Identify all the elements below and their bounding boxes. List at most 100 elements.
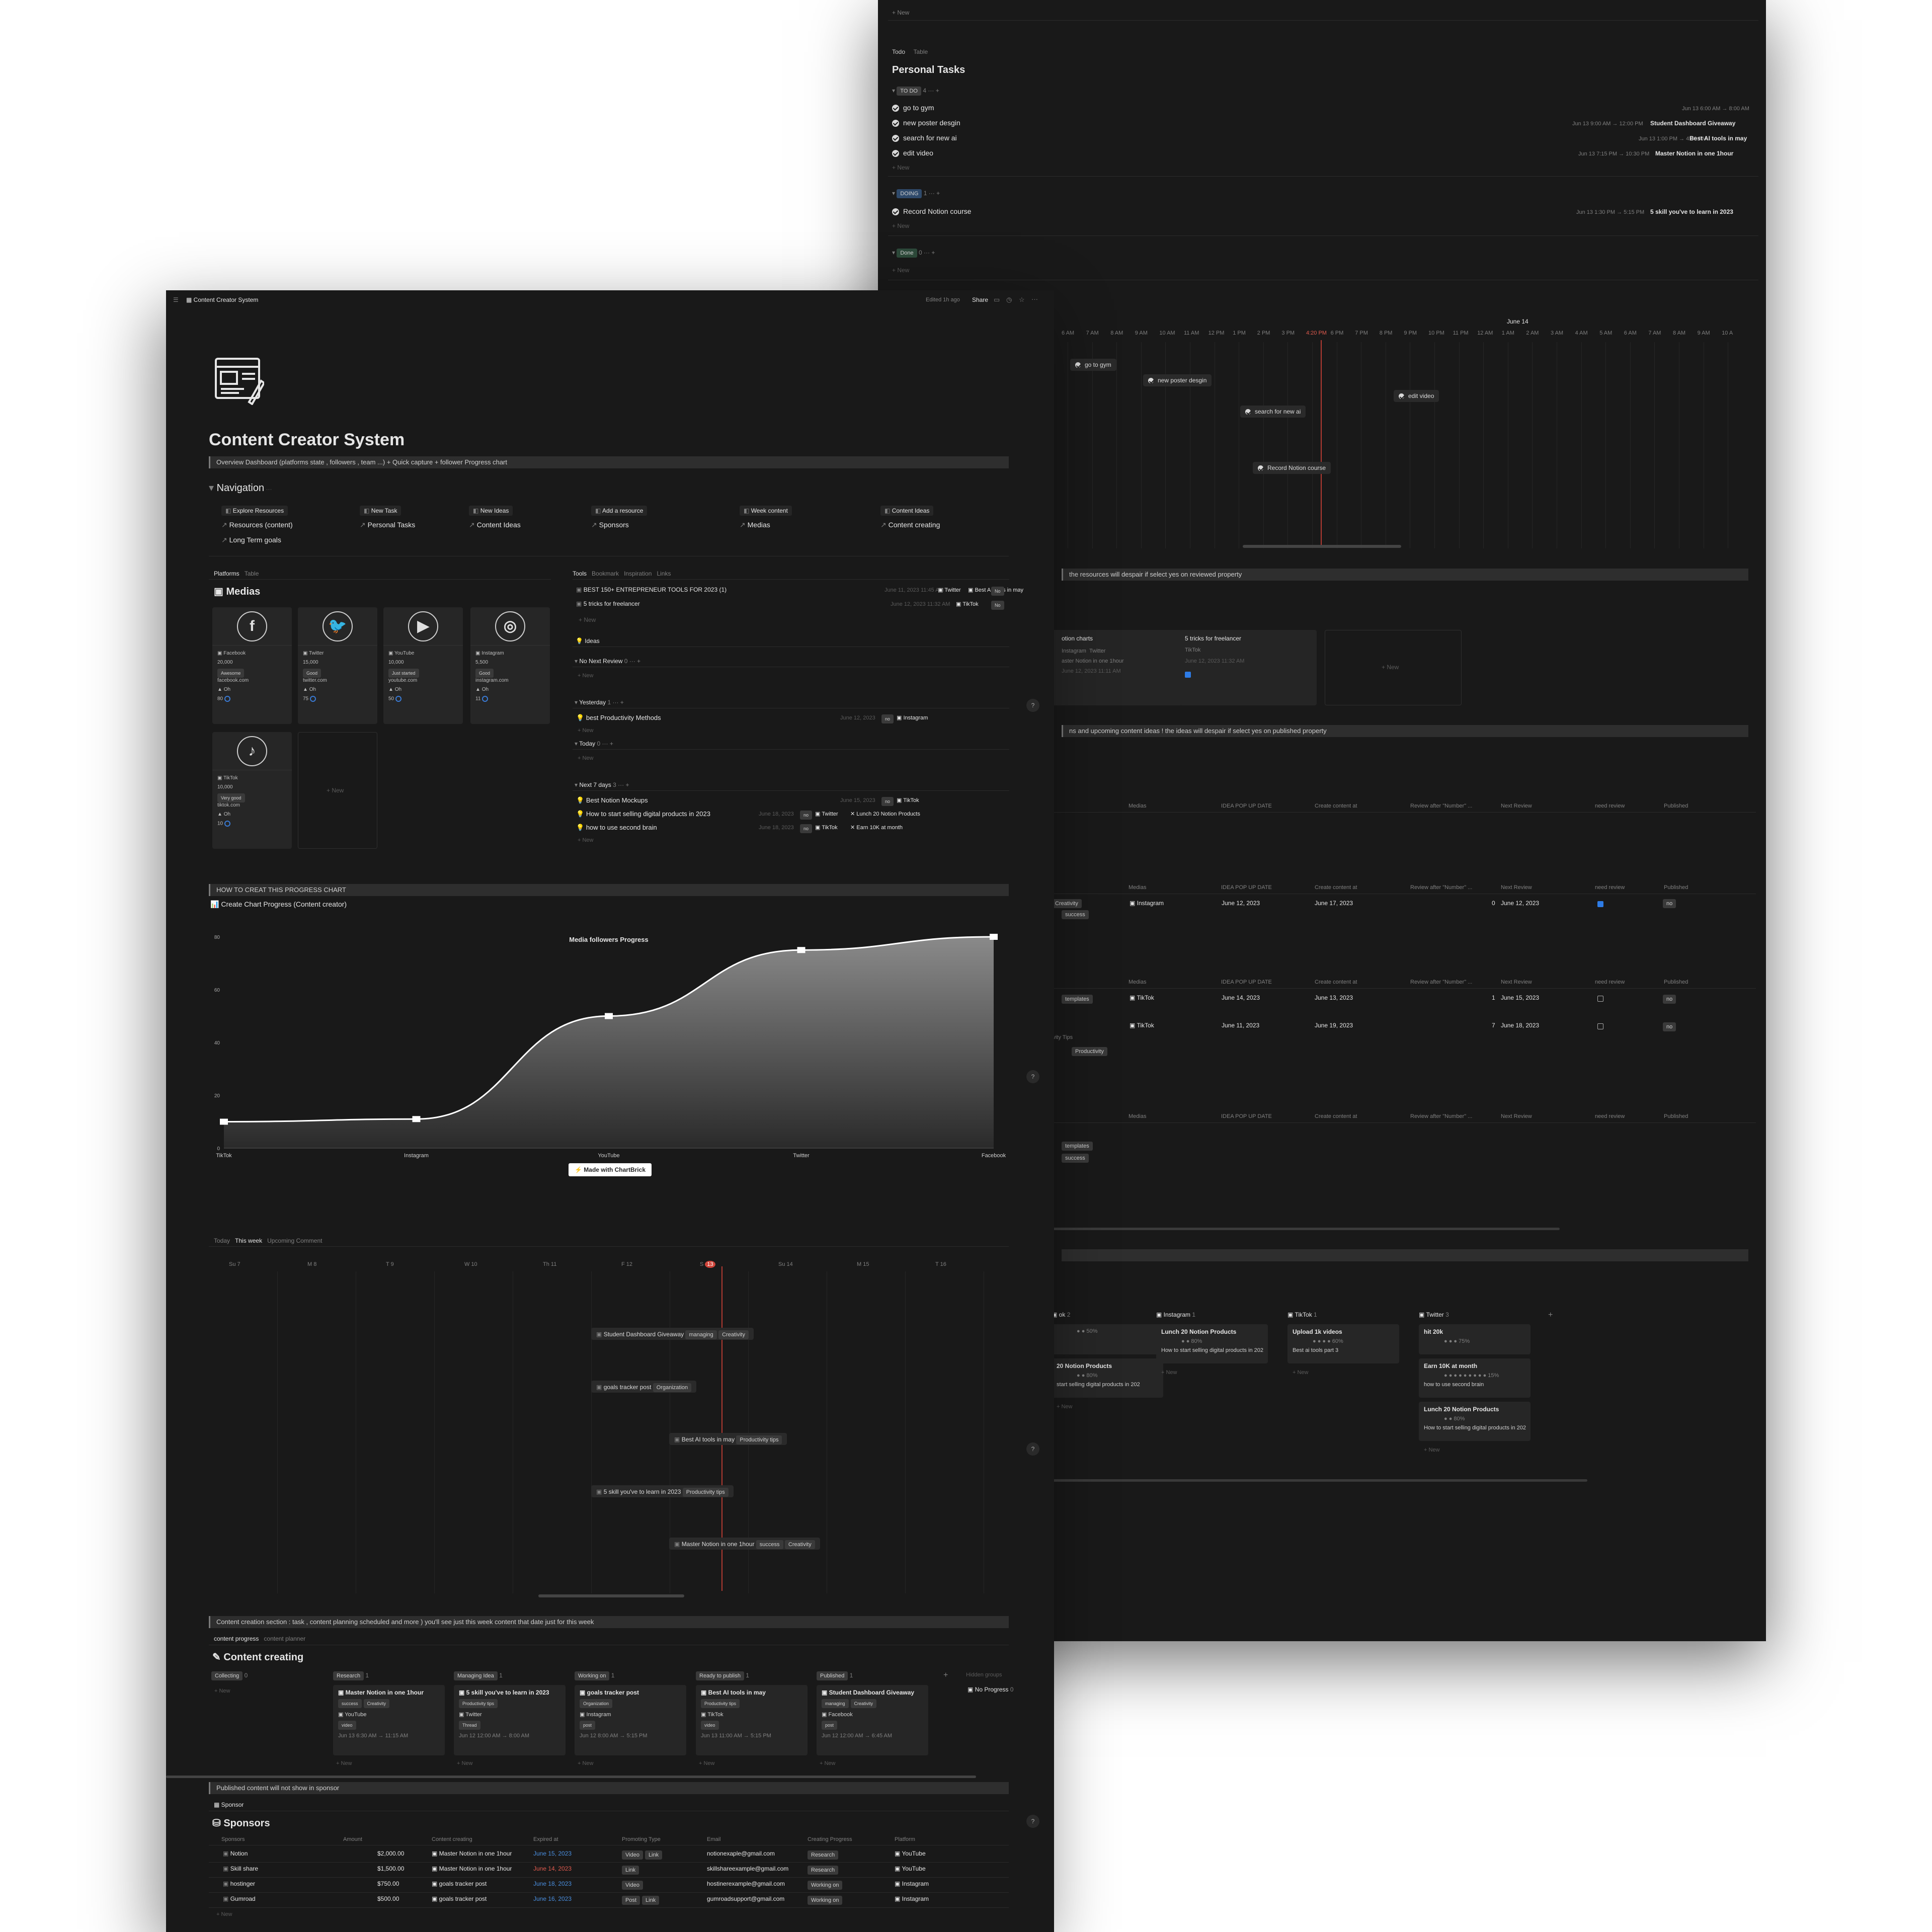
quick-button[interactable]: ◧ Add a resource bbox=[591, 506, 648, 516]
new-card-button[interactable]: + New bbox=[457, 1760, 473, 1766]
timeline-bar[interactable]: Record Notion course bbox=[1253, 462, 1331, 474]
goal-group-header[interactable]: ▣ ok 2 bbox=[1052, 1311, 1070, 1318]
sponsor-name[interactable]: ▣ Skill share bbox=[223, 1865, 258, 1872]
chart-link[interactable]: 📊 Create Chart Progress (Content creator… bbox=[210, 900, 347, 909]
column-header[interactable]: IDEA POP UP DATE bbox=[1221, 979, 1272, 985]
column-header[interactable]: Create content at bbox=[1315, 979, 1357, 985]
timeline-scrollbar[interactable] bbox=[1243, 545, 1401, 548]
need-review-checkbox[interactable] bbox=[1597, 995, 1603, 1002]
week-scrollbar[interactable] bbox=[538, 1594, 684, 1597]
goal-card[interactable]: Lunch 20 Notion Products ● ● 80% How to st… bbox=[1419, 1402, 1531, 1441]
new-goal-button[interactable]: + New bbox=[1293, 1370, 1309, 1376]
task-relation[interactable]: Master Notion in one 1hour bbox=[1655, 150, 1733, 157]
idea-item[interactable]: 💡 How to start selling digital products … bbox=[576, 810, 710, 818]
nav-link[interactable]: ↗ Medias bbox=[740, 521, 770, 529]
sponsor-column-header[interactable]: Content creating bbox=[432, 1836, 472, 1842]
task-row[interactable]: Record Notion course bbox=[892, 207, 971, 216]
column-header[interactable]: Next Review bbox=[1501, 803, 1532, 809]
board-column-header[interactable]: Research 1 bbox=[333, 1671, 369, 1680]
idea-media[interactable]: ▣ TikTok bbox=[1130, 994, 1154, 1001]
tab-today[interactable]: Today bbox=[214, 1237, 230, 1244]
sponsor-email[interactable]: notionexaple@gmail.com bbox=[707, 1850, 775, 1857]
new-card-button[interactable]: + New bbox=[214, 1688, 230, 1694]
timeline-bar[interactable]: edit video bbox=[1394, 390, 1439, 402]
nav-link[interactable]: ↗ Sponsors bbox=[591, 521, 629, 529]
new-media-card[interactable]: + New bbox=[298, 732, 377, 849]
quick-button[interactable]: ◧ Explore Resources bbox=[221, 506, 288, 516]
idea-platform[interactable]: ▣ TikTok bbox=[815, 824, 838, 831]
column-header[interactable]: Next Review bbox=[1501, 979, 1532, 985]
new-idea-button[interactable]: + New bbox=[578, 837, 594, 843]
goal-card[interactable]: Lunch 20 Notion Products ● ● 80% How to st… bbox=[1156, 1324, 1268, 1363]
new-card-button[interactable]: + New bbox=[336, 1760, 352, 1766]
column-header[interactable]: Next Review bbox=[1501, 884, 1532, 891]
goal-card[interactable]: 20 Notion Products ● ● 80% start selling d… bbox=[1052, 1358, 1163, 1398]
task-row[interactable]: edit video bbox=[892, 149, 933, 157]
sponsor-name[interactable]: ▣ Gumroad bbox=[223, 1895, 256, 1902]
column-header[interactable]: Create content at bbox=[1315, 1113, 1357, 1119]
sponsor-column-header[interactable]: Promoting Type bbox=[622, 1836, 661, 1842]
board-column-header[interactable]: Working on 1 bbox=[575, 1671, 614, 1680]
sponsor-name[interactable]: ▣ hostinger bbox=[223, 1880, 255, 1887]
idea-group-header[interactable]: ▾ Next 7 days 3 ··· + bbox=[575, 781, 629, 788]
content-card[interactable]: ▣ goals tracker post Organization ▣ Instag… bbox=[575, 1685, 686, 1755]
column-header[interactable]: Review after "Number" ... bbox=[1410, 803, 1472, 809]
column-header[interactable]: IDEA POP UP DATE bbox=[1221, 803, 1272, 809]
new-sponsor-button[interactable]: + New bbox=[216, 1911, 232, 1917]
tab-links[interactable]: Links bbox=[657, 570, 671, 577]
tool-platform[interactable]: ▣ Twitter bbox=[938, 587, 961, 593]
column-header[interactable]: Published bbox=[1664, 979, 1688, 985]
task-relation[interactable]: 5 skill you've to learn in 2023 bbox=[1650, 208, 1733, 215]
quick-button[interactable]: ◧ Content Ideas bbox=[880, 506, 934, 516]
column-header[interactable]: Create content at bbox=[1315, 884, 1357, 891]
sponsor-platform[interactable]: ▣ YouTube bbox=[895, 1865, 926, 1872]
media-card[interactable]: ◎ ▣ Instagram 5,500 Good instagram.com ▲ Oh 11 bbox=[470, 607, 550, 724]
tab-sponsor[interactable]: ▦ Sponsor bbox=[214, 1801, 244, 1808]
new-idea-button[interactable]: + New bbox=[578, 755, 594, 761]
sponsor-platform[interactable]: ▣ Instagram bbox=[895, 1880, 929, 1887]
column-header[interactable]: Review after "Number" ... bbox=[1410, 884, 1472, 891]
idea-platform[interactable]: ▣ Instagram bbox=[897, 714, 928, 721]
ideas-scrollbar[interactable] bbox=[1052, 1228, 1560, 1230]
tab-tools[interactable]: Tools bbox=[573, 570, 587, 577]
sponsor-column-header[interactable]: Amount bbox=[343, 1836, 362, 1842]
timeline-bar[interactable]: go to gym bbox=[1070, 359, 1116, 371]
sponsor-email[interactable]: skillshareexample@gmail.com bbox=[707, 1865, 788, 1872]
media-card[interactable]: ♪ ▣ TikTok 10,000 Very good tiktok.com ▲ Oh 10 bbox=[212, 732, 292, 849]
new-tool-button[interactable]: + New bbox=[579, 616, 596, 623]
sponsor-content[interactable]: ▣ Master Notion in one 1hour bbox=[432, 1850, 512, 1857]
column-header[interactable]: IDEA POP UP DATE bbox=[1221, 884, 1272, 891]
nav-link[interactable]: ↗ Long Term goals bbox=[221, 536, 281, 544]
goal-card[interactable]: ● ● 50% bbox=[1052, 1324, 1163, 1354]
tab-platforms[interactable]: Platforms bbox=[214, 570, 239, 577]
column-header[interactable]: need review bbox=[1595, 979, 1625, 985]
week-bar[interactable]: ▣ 5 skill you've to learn in 2023 Produc… bbox=[591, 1485, 734, 1497]
tool-platform[interactable]: ▣ TikTok bbox=[956, 601, 979, 607]
help-button[interactable]: ? bbox=[1026, 1815, 1039, 1828]
checkbox[interactable] bbox=[1185, 671, 1191, 678]
new-goal-button[interactable]: + New bbox=[1424, 1447, 1440, 1453]
nav-link[interactable]: ↗ Content creating bbox=[880, 521, 940, 529]
task-row[interactable]: new poster desgin bbox=[892, 119, 960, 127]
star-icon[interactable]: ☆ bbox=[1019, 296, 1025, 304]
sponsor-platform[interactable]: ▣ Instagram bbox=[895, 1895, 929, 1902]
column-header[interactable]: Review after "Number" ... bbox=[1410, 1113, 1472, 1119]
made-with-badge[interactable]: ⚡ Made with ChartBrick bbox=[569, 1163, 652, 1176]
column-header[interactable]: Create content at bbox=[1315, 803, 1357, 809]
goal-card[interactable]: Earn 10K at month ● ● ● ● ● ● ● ● ● 15% ho… bbox=[1419, 1358, 1531, 1398]
content-card[interactable]: ▣ Master Notion in one 1hour success Creat… bbox=[333, 1685, 445, 1755]
resource-card[interactable]: otion charts Instagram Twitter aster Not… bbox=[1052, 630, 1185, 705]
new-idea-button[interactable]: + New bbox=[578, 673, 594, 679]
tab-todo[interactable]: Todo bbox=[892, 48, 905, 55]
sponsor-column-header[interactable]: Expired at bbox=[533, 1836, 558, 1842]
sponsor-column-header[interactable]: Platform bbox=[895, 1836, 915, 1842]
tab-this-week[interactable]: This week bbox=[235, 1237, 262, 1244]
help-button[interactable]: ? bbox=[1026, 1442, 1039, 1456]
column-header[interactable]: Next Review bbox=[1501, 1113, 1532, 1119]
quick-button[interactable]: ◧ New Ideas bbox=[469, 506, 513, 516]
new-task-button[interactable]: + New bbox=[892, 164, 909, 171]
week-bar[interactable]: ▣ goals tracker post Organization bbox=[591, 1381, 697, 1393]
media-card[interactable]: f ▣ Facebook 20,000 Awesome facebook.com ▲ Oh… bbox=[212, 607, 292, 724]
sponsor-content[interactable]: ▣ goals tracker post bbox=[432, 1895, 487, 1902]
goal-card[interactable]: Upload 1k videos ● ● ● ● 60% Best ai tools… bbox=[1287, 1324, 1399, 1363]
